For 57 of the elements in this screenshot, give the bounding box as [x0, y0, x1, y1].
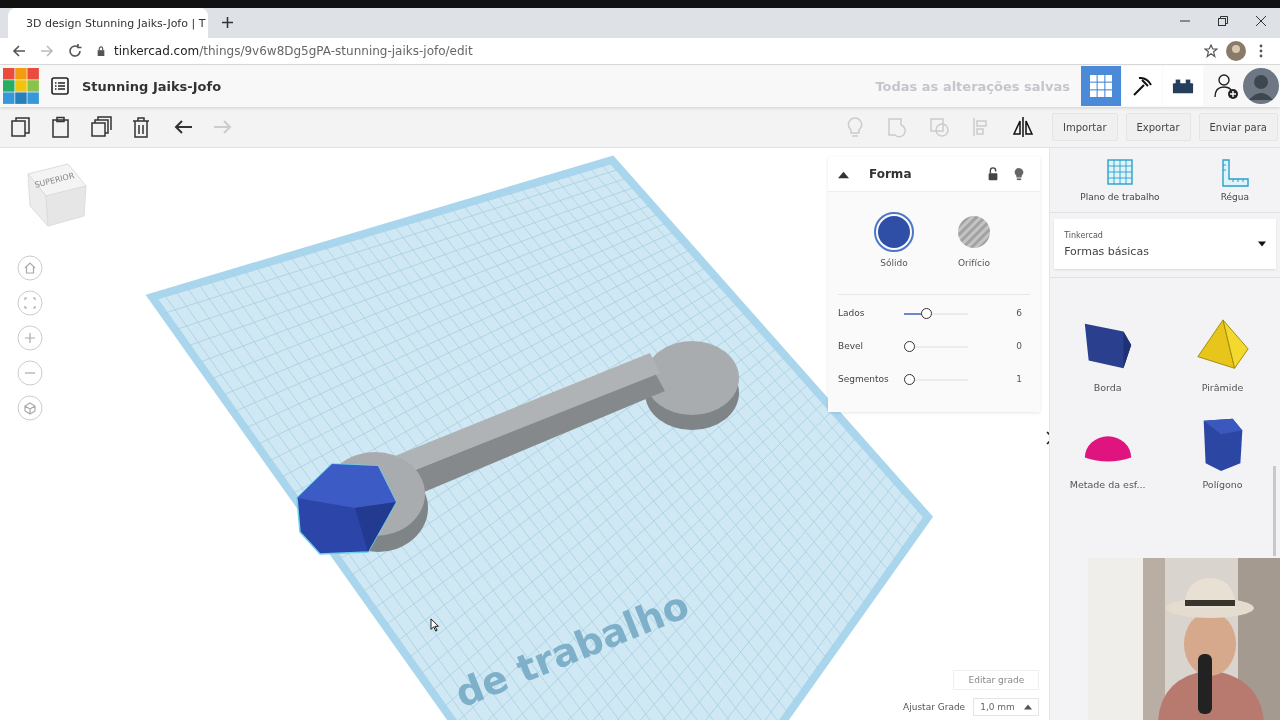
tinkercad-logo-icon[interactable]	[3, 68, 39, 104]
hole-option[interactable]: Orifício	[954, 212, 994, 268]
browser-tab[interactable]: 3D design Stunning Jaiks-Jofo | T	[8, 8, 208, 38]
add-user-icon[interactable]	[1213, 73, 1239, 99]
address-field[interactable]: tinkercad.com/things/9v6w8Dg5gPA-stunning-jaiks-jofo/edit	[96, 39, 1268, 63]
mouse-cursor-icon	[430, 618, 439, 632]
parameter-value[interactable]: 6	[1016, 308, 1022, 318]
close-icon[interactable]	[1256, 16, 1266, 26]
parameter-label: Bevel	[838, 341, 865, 351]
new-tab-icon[interactable]	[222, 17, 233, 28]
ruler-icon	[1219, 158, 1250, 188]
workplane-tool[interactable]: Plano de trabalho	[1080, 158, 1160, 202]
pickaxe-view-button[interactable]	[1122, 66, 1162, 106]
copy-icon[interactable]	[10, 116, 32, 138]
parameter-slider[interactable]	[904, 373, 968, 385]
list-icon[interactable]	[51, 77, 69, 95]
shape-library-dropdown[interactable]: Tinkercad Formas básicas	[1054, 219, 1276, 269]
inspector-title: Forma	[869, 167, 912, 181]
restore-icon[interactable]	[1218, 16, 1228, 26]
snap-grid-label: Ajustar Grade	[903, 702, 966, 712]
parameter-label: Segmentos	[838, 374, 890, 384]
edit-grid-button[interactable]: Editar grade	[953, 670, 1040, 690]
parameter-value[interactable]: 0	[1016, 341, 1022, 351]
reload-icon[interactable]	[68, 44, 82, 58]
parameter-slider[interactable]	[904, 340, 968, 352]
send-to-button[interactable]: Enviar para	[1198, 113, 1278, 141]
grid-icon	[1104, 158, 1135, 188]
back-arrow-icon[interactable]	[12, 44, 26, 58]
delete-icon[interactable]	[130, 116, 152, 138]
parameter-label: Lados	[838, 308, 866, 318]
duplicate-icon[interactable]	[90, 116, 112, 138]
shape-label: Polígono	[1202, 479, 1243, 490]
snap-grid-dropdown[interactable]: 1,0 mm	[973, 698, 1040, 716]
pickaxe-icon	[1131, 75, 1153, 97]
star-icon[interactable]	[1204, 44, 1218, 58]
caret-icon	[1258, 241, 1266, 247]
bricks-view-button[interactable]	[1163, 66, 1203, 106]
profile-avatar-icon[interactable]	[1226, 41, 1246, 61]
ruler-tool[interactable]: Régua	[1219, 158, 1250, 202]
bulb-icon[interactable]	[1012, 167, 1026, 181]
lock-icon	[96, 46, 106, 56]
parameter-value[interactable]: 1	[1016, 374, 1022, 384]
user-avatar-icon[interactable]	[1243, 68, 1279, 104]
project-title[interactable]: Stunning Jaiks-Jofo	[82, 78, 222, 94]
tab-title: 3D design Stunning Jaiks-Jofo | T	[26, 16, 206, 30]
export-button[interactable]: Exportar	[1125, 113, 1191, 141]
import-button[interactable]: Importar	[1052, 113, 1118, 141]
paste-icon[interactable]	[50, 116, 72, 138]
shape-label: Pirâmide	[1201, 382, 1244, 393]
parameter-slider[interactable]	[904, 307, 968, 319]
shape-label: Borda	[1093, 382, 1122, 393]
mirror-icon[interactable]	[1012, 116, 1035, 138]
caret-icon	[1024, 704, 1033, 710]
lock-icon[interactable]	[986, 167, 1000, 181]
grid-icon	[1090, 75, 1112, 97]
shape-label: Metade da esf...	[1069, 479, 1146, 490]
3d-view-button[interactable]	[1081, 66, 1121, 106]
